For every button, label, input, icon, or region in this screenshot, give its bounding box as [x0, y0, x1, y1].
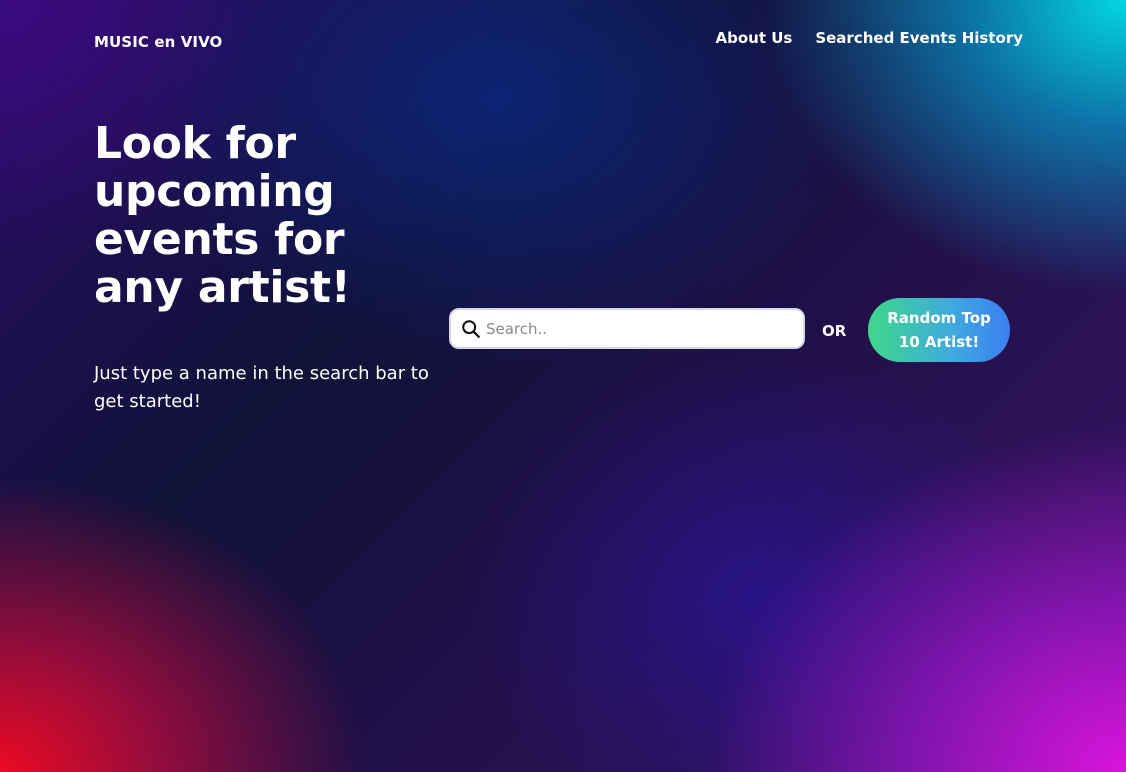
- nav-link-about-us[interactable]: About Us: [715, 29, 792, 47]
- top-nav: About Us Searched Events History: [715, 29, 1023, 47]
- search-icon: [462, 319, 480, 338]
- or-divider-label: OR: [822, 322, 847, 340]
- brand-logo-text[interactable]: MUSIC en VIVO: [94, 33, 222, 51]
- search-input[interactable]: [486, 319, 786, 338]
- hero-subtitle: Just type a name in the search bar to ge…: [94, 363, 429, 412]
- search-bar[interactable]: [449, 308, 805, 349]
- nav-link-searched-events-history[interactable]: Searched Events History: [815, 29, 1023, 47]
- random-top-10-artist-button[interactable]: Random Top 10 Artist!: [868, 298, 1010, 362]
- hero-title: Look for upcoming events for any artist!: [94, 118, 351, 313]
